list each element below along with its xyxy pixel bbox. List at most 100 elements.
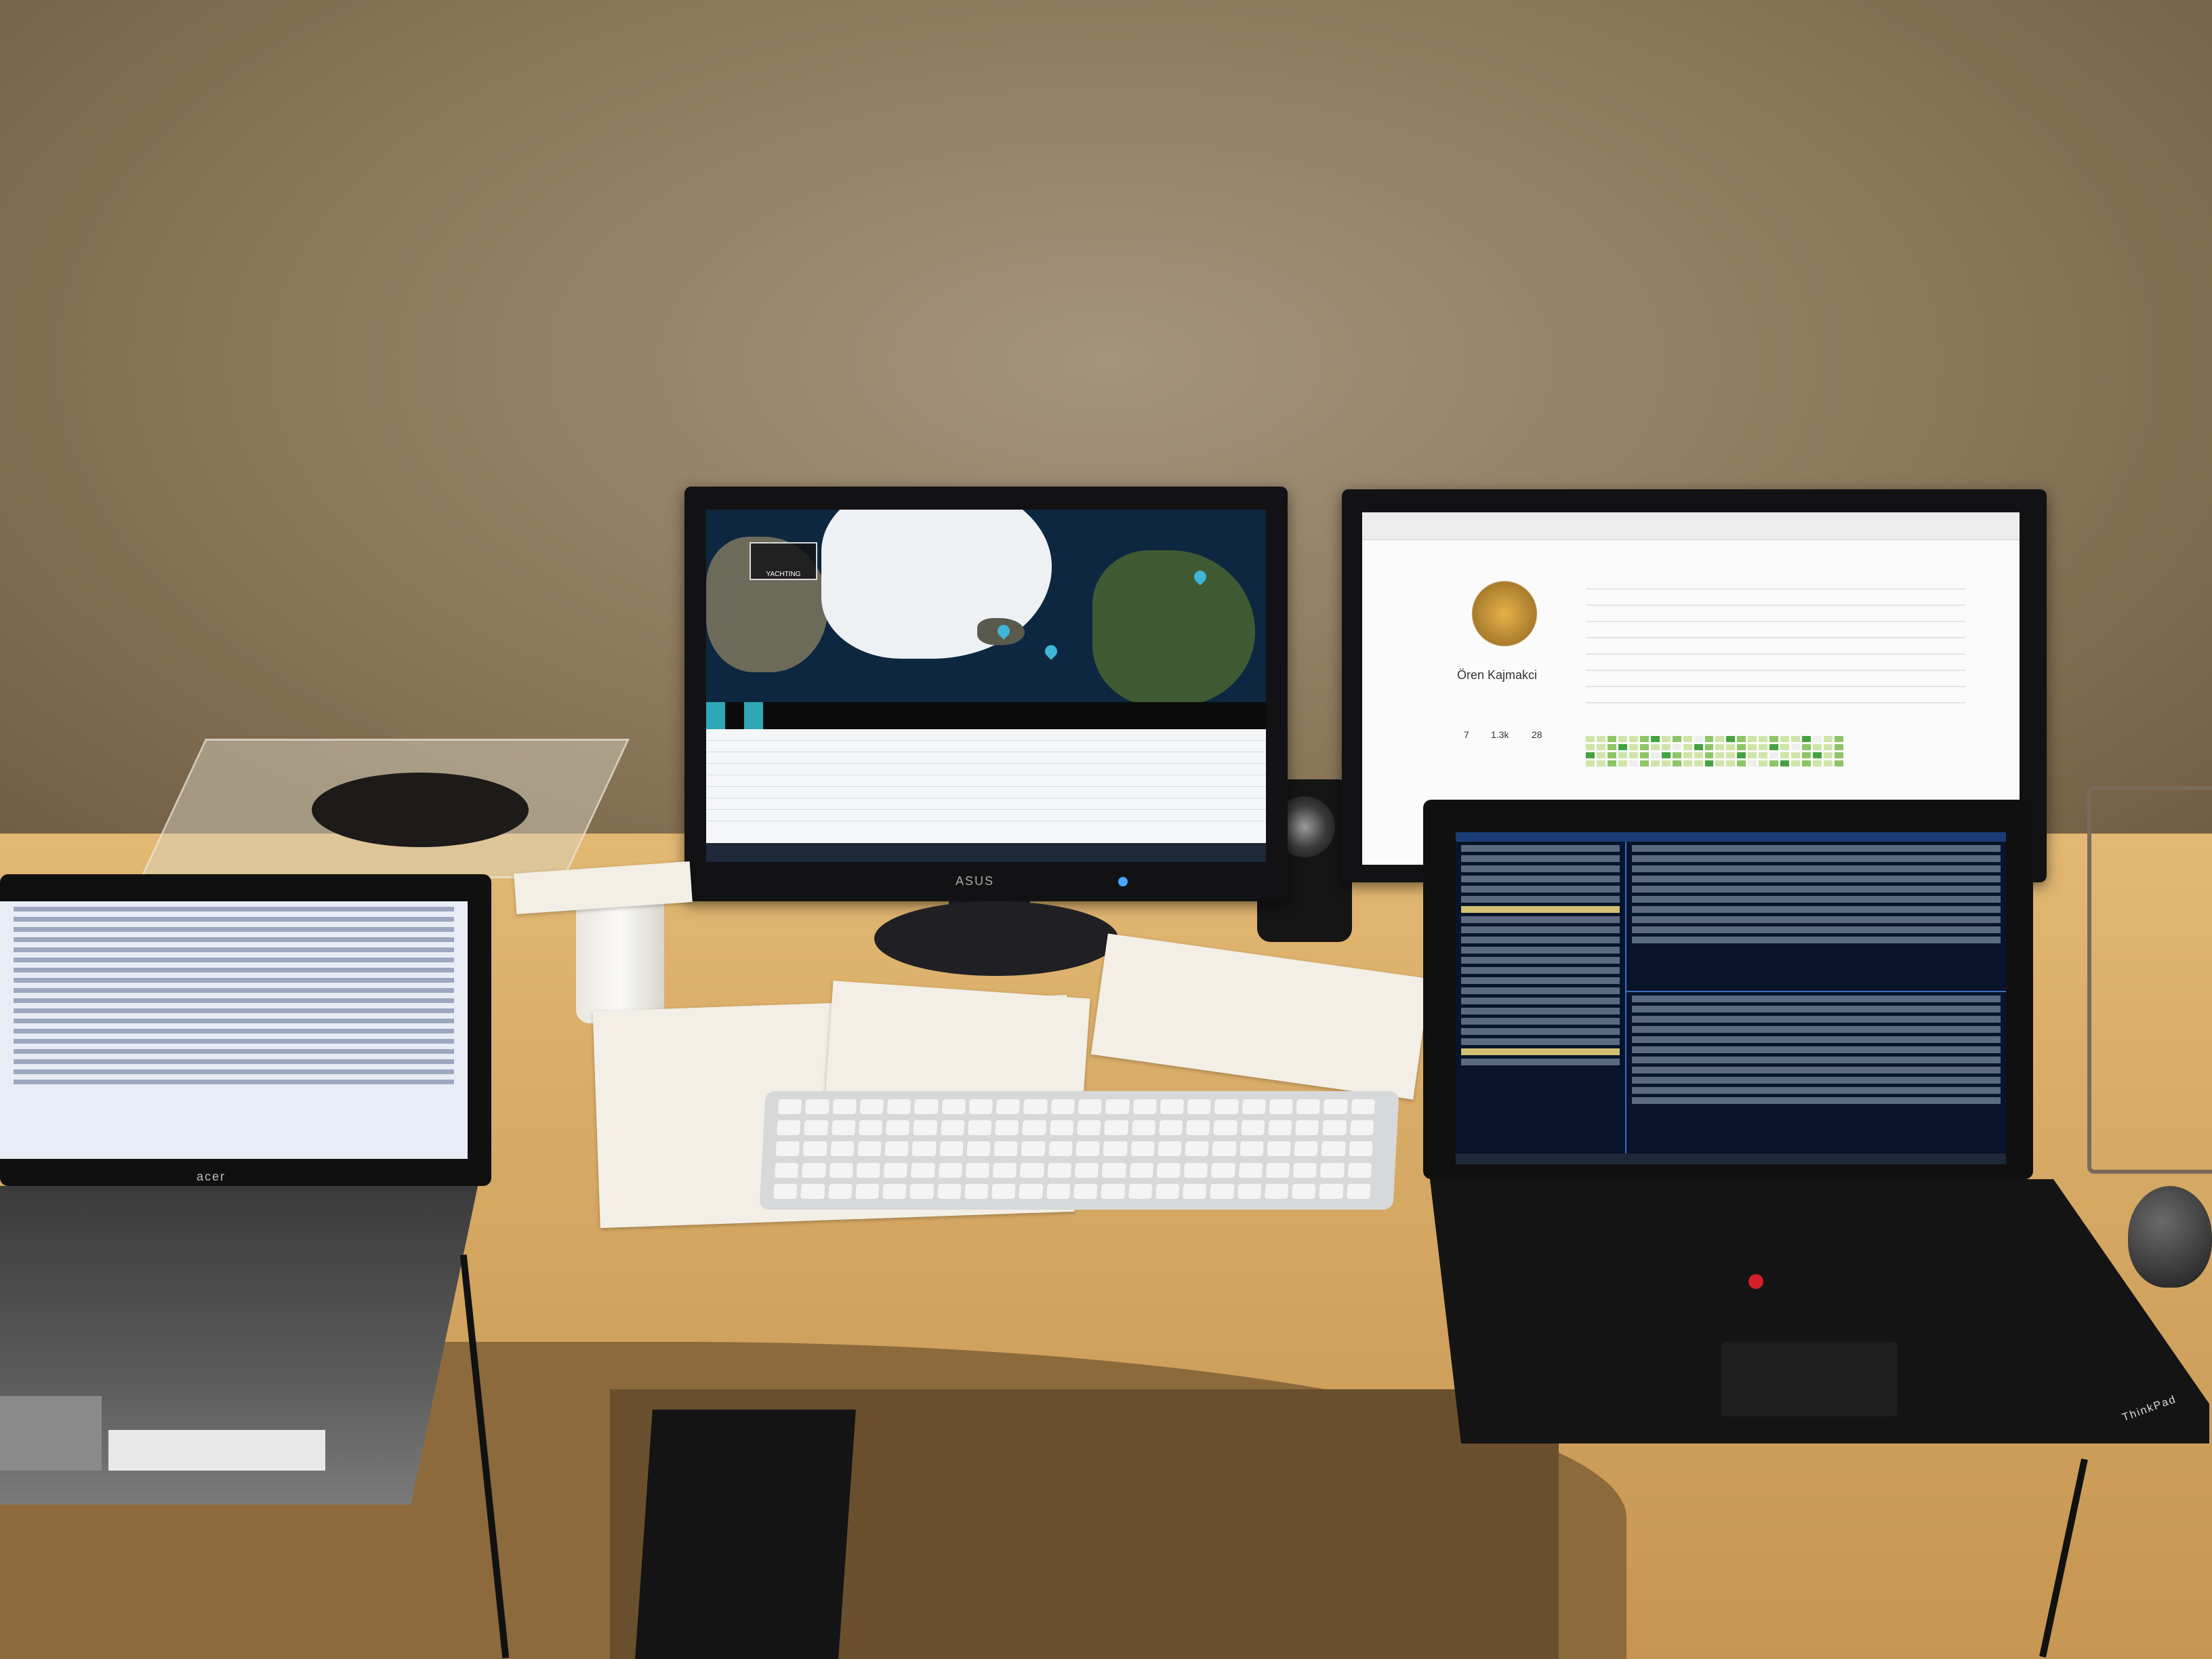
keyboard-key[interactable] [774, 1162, 799, 1178]
keyboard-key[interactable] [1321, 1141, 1346, 1157]
table-row[interactable] [706, 810, 1266, 821]
table-row[interactable] [706, 752, 1266, 764]
keyboard-key[interactable] [968, 1120, 992, 1136]
keyboard-key[interactable] [1156, 1162, 1181, 1178]
keyboard-key[interactable] [857, 1141, 882, 1157]
keyboard-key[interactable] [1183, 1183, 1207, 1199]
keyboard-key[interactable] [1213, 1120, 1237, 1136]
tab-active[interactable] [706, 702, 725, 729]
keyboard-key[interactable] [1294, 1141, 1319, 1157]
keyboard-key[interactable] [1022, 1120, 1047, 1136]
keyboard-key[interactable] [1240, 1141, 1264, 1157]
keyboard-key[interactable] [941, 1099, 966, 1114]
keyboard-key[interactable] [1238, 1162, 1263, 1178]
keyboard-key[interactable] [777, 1120, 801, 1136]
table-row[interactable] [706, 798, 1266, 810]
keyboard-key[interactable] [912, 1141, 937, 1157]
keyboard-key[interactable] [1105, 1099, 1130, 1114]
keyboard-key[interactable] [1265, 1162, 1290, 1178]
keyboard-key[interactable] [1050, 1099, 1075, 1114]
keyboard-key[interactable] [1074, 1162, 1099, 1178]
table-row[interactable] [706, 787, 1266, 798]
keyboard-key[interactable] [914, 1099, 939, 1114]
keyboard-key[interactable] [996, 1099, 1021, 1114]
keyboard-key[interactable] [1187, 1099, 1212, 1114]
keyboard-key[interactable] [1128, 1183, 1153, 1199]
keyboard-key[interactable] [1158, 1120, 1183, 1136]
keyboard-key[interactable] [966, 1141, 991, 1157]
keyboard-key[interactable] [1322, 1120, 1347, 1136]
keyboard-key[interactable] [1351, 1099, 1375, 1114]
keyboard-key[interactable] [1349, 1120, 1374, 1136]
keyboard-key[interactable] [800, 1183, 825, 1199]
keyboard-key[interactable] [1296, 1099, 1321, 1114]
keyboard-key[interactable] [1349, 1141, 1373, 1157]
keyboard-key[interactable] [1319, 1183, 1344, 1199]
keyboard-key[interactable] [1292, 1183, 1316, 1199]
keyboard-key[interactable] [1185, 1141, 1210, 1157]
keyboard-key[interactable] [831, 1120, 856, 1136]
table-row[interactable] [706, 741, 1266, 752]
keyboard-key[interactable] [832, 1099, 857, 1114]
keyboard-key[interactable] [1346, 1183, 1371, 1199]
avatar[interactable] [1471, 580, 1538, 655]
keyboard-key[interactable] [911, 1162, 935, 1178]
terminal-window[interactable] [1456, 832, 2006, 1164]
keyboard-key[interactable] [1049, 1120, 1074, 1136]
keyboard-key[interactable] [1130, 1141, 1155, 1157]
keyboard-key[interactable] [1077, 1120, 1101, 1136]
keyboard-key[interactable] [1269, 1099, 1294, 1114]
keyboard-key[interactable] [1102, 1162, 1126, 1178]
keyboard-key[interactable] [1047, 1162, 1072, 1178]
keyboard-key[interactable] [883, 1162, 908, 1178]
keyboard-key[interactable] [805, 1099, 830, 1114]
keyboard-key[interactable] [1023, 1099, 1048, 1114]
keyboard-key[interactable] [1214, 1099, 1239, 1114]
tab[interactable] [725, 702, 744, 729]
table-row[interactable] [706, 775, 1266, 787]
keyboard-key[interactable] [1267, 1141, 1291, 1157]
trackpoint-icon[interactable] [1748, 1274, 1763, 1289]
keyboard-key[interactable] [882, 1183, 907, 1199]
keyboard-key[interactable] [1320, 1162, 1345, 1178]
keyboard-key[interactable] [1021, 1141, 1046, 1157]
keyboard-key[interactable] [1212, 1141, 1237, 1157]
keyboard-key[interactable] [968, 1099, 994, 1114]
keyboard-key[interactable] [829, 1162, 853, 1178]
keyboard-key[interactable] [886, 1120, 910, 1136]
keyboard-key[interactable] [1020, 1162, 1044, 1178]
keyboard-key[interactable] [1019, 1183, 1044, 1199]
keyboard-key[interactable] [827, 1183, 853, 1199]
keyboard-key[interactable] [1078, 1099, 1103, 1114]
keyboard-key[interactable] [1265, 1183, 1289, 1199]
keyboard-key[interactable] [937, 1183, 962, 1199]
keyboard-key[interactable] [1073, 1183, 1098, 1199]
keyboard[interactable] [759, 1091, 1399, 1210]
keyboard-key[interactable] [1242, 1099, 1266, 1114]
keyboard-key[interactable] [939, 1141, 964, 1157]
keyboard-key[interactable] [773, 1183, 798, 1199]
keyboard-key[interactable] [1324, 1099, 1348, 1114]
keyboard-key[interactable] [1237, 1183, 1262, 1199]
keyboard-key[interactable] [1347, 1162, 1372, 1178]
keyboard-key[interactable] [913, 1120, 937, 1136]
keyboard-key[interactable] [775, 1141, 800, 1157]
power-led-icon[interactable] [1118, 877, 1128, 886]
keyboard-key[interactable] [886, 1099, 912, 1114]
keyboard-key[interactable] [938, 1162, 962, 1178]
keyboard-key[interactable] [1210, 1183, 1235, 1199]
keyboard-key[interactable] [1183, 1162, 1208, 1178]
keyboard-key[interactable] [993, 1162, 1017, 1178]
keyboard-key[interactable] [804, 1120, 828, 1136]
table-row[interactable] [706, 729, 1266, 741]
keyboard-key[interactable] [1293, 1162, 1317, 1178]
keyboard-key[interactable] [802, 1141, 827, 1157]
keyboard-key[interactable] [1129, 1162, 1153, 1178]
keyboard-key[interactable] [830, 1141, 855, 1157]
thinkpad-touchpad[interactable] [1721, 1342, 1898, 1416]
tab[interactable] [744, 702, 763, 729]
keyboard-key[interactable] [1132, 1099, 1157, 1114]
table-row[interactable] [706, 764, 1266, 775]
touchpad[interactable] [0, 1396, 102, 1471]
keyboard-key[interactable] [1160, 1099, 1185, 1114]
